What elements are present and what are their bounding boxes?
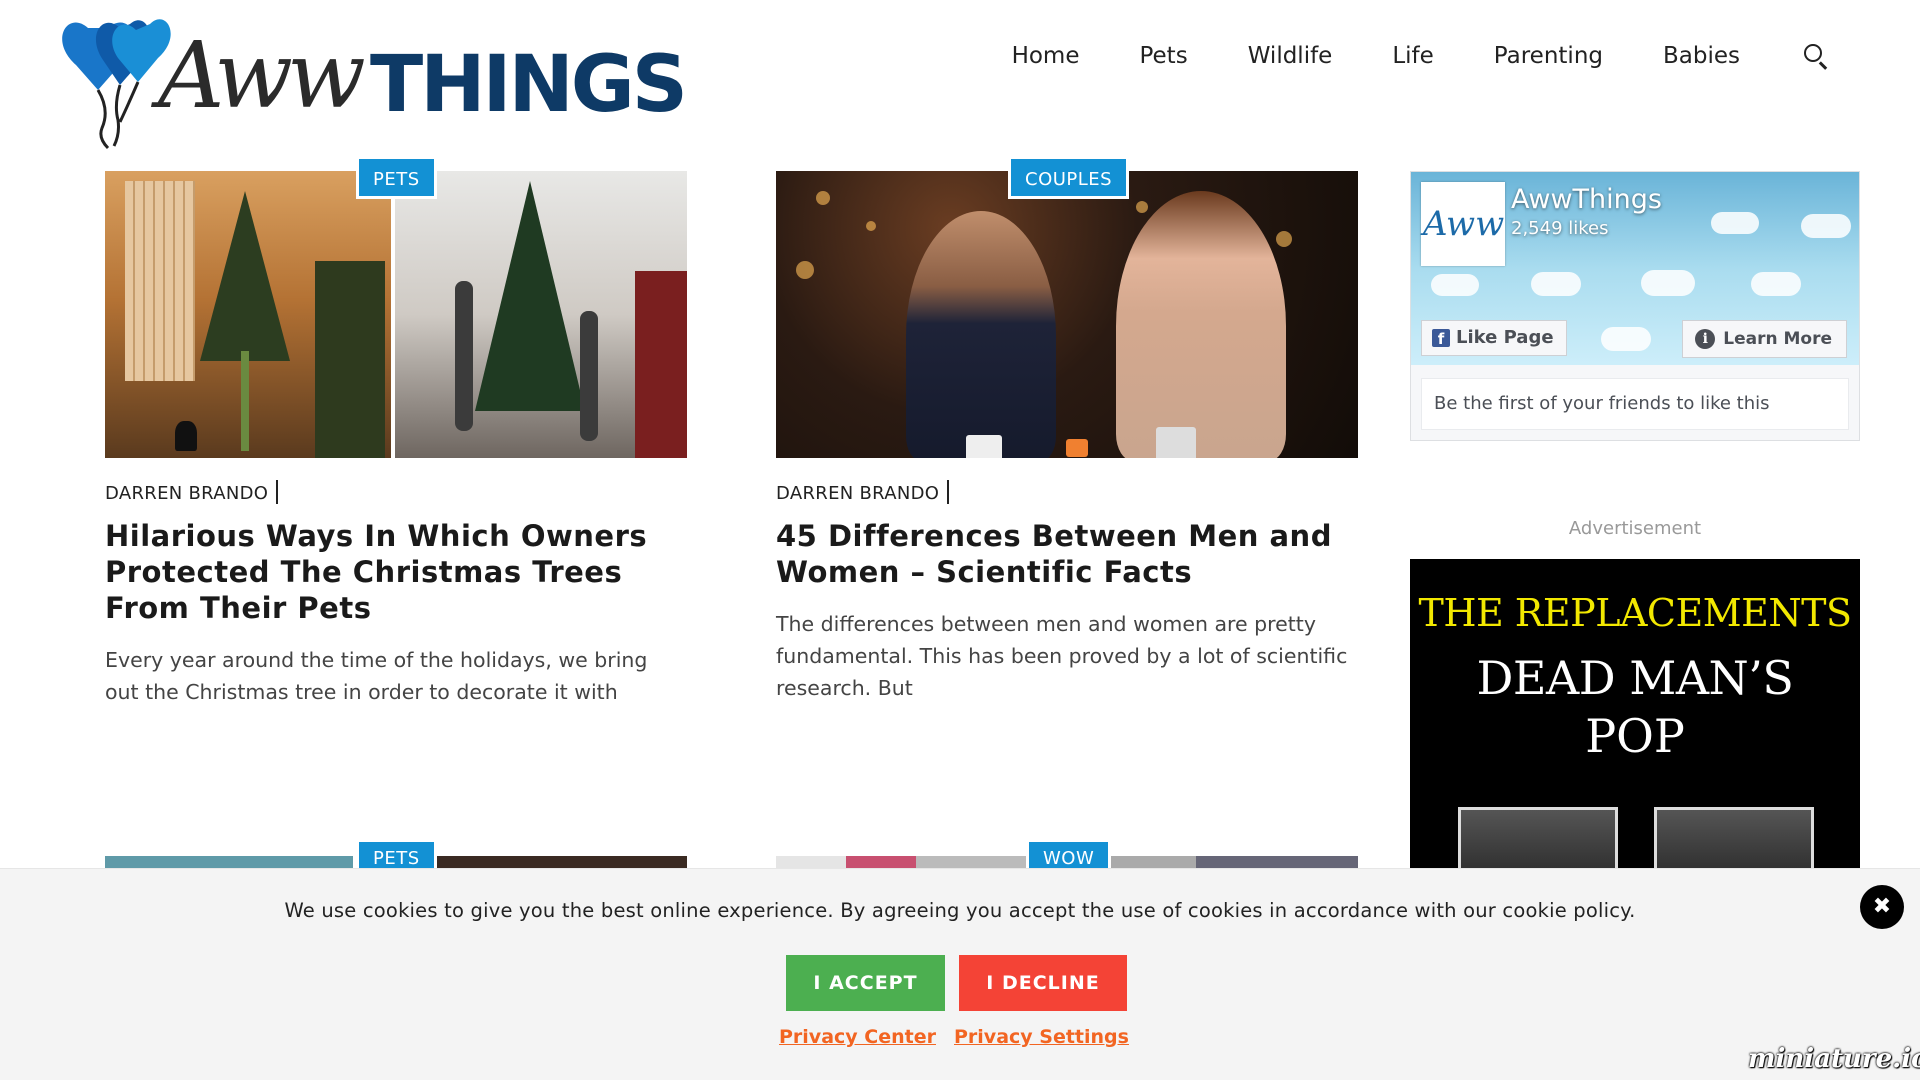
plant [315, 261, 385, 458]
facebook-friends-text: Be the first of your friends to like thi… [1421, 378, 1849, 430]
privacy-center-link[interactable]: Privacy Center [779, 1026, 936, 1048]
advertisement-banner[interactable]: THE REPLACEMENTS DEAD MAN’S POP [1410, 559, 1860, 879]
image-right-half [395, 171, 687, 458]
couple-photo [776, 171, 1358, 458]
bokeh-light [816, 191, 830, 205]
article-author: DARREN BRANDO [105, 480, 687, 504]
vacuum [455, 281, 473, 431]
mug [1156, 427, 1196, 458]
article-author: DARREN BRANDO [776, 480, 1358, 504]
ad-subheadline: DEAD MAN’S [1476, 651, 1794, 705]
cloud [1641, 270, 1695, 296]
decline-cookies-button[interactable]: I DECLINE [959, 955, 1127, 1011]
cloud [1801, 214, 1851, 238]
window-blinds [125, 181, 195, 381]
bokeh-light [1136, 201, 1148, 213]
info-icon: i [1695, 329, 1716, 349]
bokeh-light [1276, 231, 1292, 247]
author-separator [276, 480, 279, 504]
cloud [1431, 274, 1479, 296]
facebook-page-widget: Aww AwwThings 2,549 likes f Like Page i Le… [1410, 171, 1860, 441]
image-left-half [105, 171, 391, 458]
close-icon[interactable]: ✖ [1860, 885, 1904, 929]
chair [635, 271, 687, 458]
nav-babies[interactable]: Babies [1663, 38, 1740, 74]
cloud [1601, 327, 1651, 351]
cloud [1711, 212, 1759, 234]
man-figure [906, 211, 1056, 458]
category-badge[interactable]: PETS [356, 159, 437, 199]
site-header: Aww THINGS Home Pets Wildlife Life Paren… [0, 0, 1920, 160]
article-excerpt: Every year around the time of the holida… [105, 648, 648, 704]
privacy-settings-link[interactable]: Privacy Settings [954, 1026, 1129, 1048]
author-separator [947, 480, 950, 504]
article-excerpt: The differences between men and women ar… [776, 612, 1348, 700]
facebook-icon: f [1432, 329, 1450, 348]
cloud [1751, 272, 1801, 296]
advertisement-label: Advertisement [1568, 518, 1702, 539]
article-card: COUPLES DARREN BRANDO 45 Differences Bet… [776, 159, 1358, 704]
accept-cookies-button[interactable]: I ACCEPT [786, 955, 945, 1011]
search-icon[interactable] [1802, 42, 1830, 70]
article-title[interactable]: Hilarious Ways In Which Owners Protected… [105, 518, 687, 626]
nav-home[interactable]: Home [1012, 38, 1080, 74]
search-handle [1819, 61, 1828, 70]
tree-trunk [241, 351, 249, 451]
ad-subheadline-2: POP [1585, 709, 1685, 763]
author-name[interactable]: DARREN BRANDO [105, 483, 268, 504]
article-image[interactable] [776, 171, 1358, 458]
author-name[interactable]: DARREN BRANDO [776, 483, 939, 504]
facebook-cover[interactable]: Aww AwwThings 2,549 likes f Like Page i Le… [1411, 172, 1859, 365]
main-nav: Home Pets Wildlife Life Parenting Babies [952, 38, 1830, 74]
facebook-page-name[interactable]: AwwThings [1511, 184, 1662, 215]
nav-pets[interactable]: Pets [1139, 38, 1187, 74]
ad-headline: THE REPLACEMENTS [1418, 591, 1853, 635]
article-image[interactable] [105, 171, 687, 458]
logo-things-text: THINGS [370, 40, 688, 130]
vacuum [580, 311, 598, 441]
facebook-avatar[interactable]: Aww [1421, 182, 1505, 266]
mug [966, 435, 1002, 458]
cat [175, 421, 197, 451]
learn-more-label: Learn More [1723, 329, 1832, 349]
article-title[interactable]: 45 Differences Between Men and Women – S… [776, 518, 1358, 590]
site-logo[interactable]: Aww THINGS [58, 10, 688, 150]
candle [1066, 439, 1088, 457]
tree-shape [475, 181, 585, 411]
bokeh-light [866, 221, 876, 231]
article-card: PETS DARREN BRANDO Hilarious Ways In Whi… [105, 159, 687, 708]
search-lens [1804, 44, 1822, 62]
logo-aww-text: Aww [158, 22, 366, 129]
learn-more-button[interactable]: i Learn More [1682, 320, 1847, 358]
nav-parenting[interactable]: Parenting [1494, 38, 1603, 74]
category-badge[interactable]: COUPLES [1008, 159, 1130, 199]
cookie-consent-bar: We use cookies to give you the best onli… [0, 868, 1920, 1080]
cookie-message: We use cookies to give you the best onli… [284, 899, 1636, 922]
facebook-likes-count: 2,549 likes [1511, 218, 1609, 239]
like-page-button[interactable]: f Like Page [1421, 320, 1567, 356]
like-page-label: Like Page [1456, 327, 1554, 348]
tree-shape [200, 191, 290, 361]
woman-figure [1116, 191, 1286, 458]
nav-life[interactable]: Life [1392, 38, 1433, 74]
nav-wildlife[interactable]: Wildlife [1248, 38, 1333, 74]
cloud [1531, 272, 1581, 296]
bokeh-light [796, 261, 814, 279]
watermark: miniature.io [1748, 1044, 1920, 1074]
